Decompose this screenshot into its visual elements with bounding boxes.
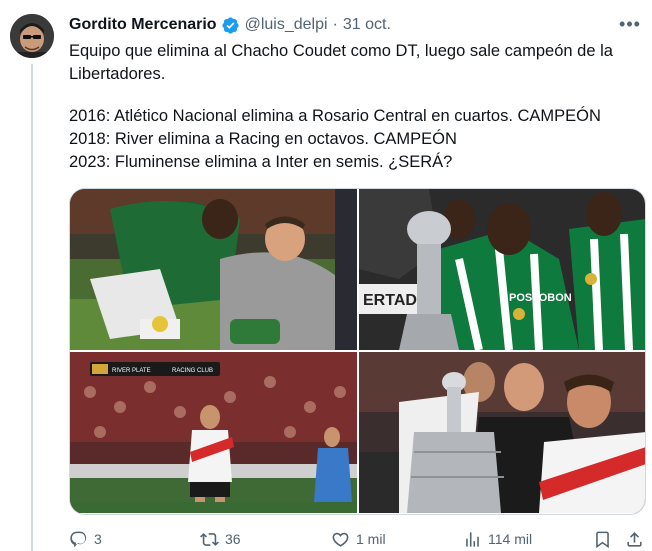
heart-icon xyxy=(332,532,349,547)
photo-nacional-trophy[interactable]: ERTAD POSTOBON xyxy=(359,189,645,350)
photo-river-racing[interactable]: RIVER PLATE RACING CLUB xyxy=(70,352,357,513)
banner-text: ERTAD xyxy=(363,292,417,309)
bookmark-icon xyxy=(596,531,609,548)
views-icon xyxy=(466,531,479,547)
retweet-button[interactable]: 36 xyxy=(200,530,241,549)
text-line: Libertadores. xyxy=(69,65,166,83)
reply-count: 3 xyxy=(94,531,102,547)
photo-river-trophy[interactable] xyxy=(359,352,645,513)
like-count: 1 mil xyxy=(356,531,386,547)
more-options-icon[interactable]: ••• xyxy=(618,12,642,36)
action-bar: 3 36 1 mil 114 mil xyxy=(69,527,646,551)
scoreboard-home: RIVER PLATE xyxy=(112,368,151,374)
verified-badge-icon[interactable] xyxy=(221,16,240,35)
reply-button[interactable]: 3 xyxy=(69,530,102,549)
photo-nacional-rosario[interactable] xyxy=(70,189,357,350)
sponsor-text: POSTOBON xyxy=(509,292,572,304)
views-button[interactable]: 114 mil xyxy=(463,530,532,549)
views-count: 114 mil xyxy=(488,531,533,547)
share-button[interactable] xyxy=(625,530,644,549)
text-line: 2023: Fluminense elimina a Inter en semi… xyxy=(69,153,453,171)
tweet-text: Equipo que elimina al Chacho Coudet como… xyxy=(69,40,644,174)
avatar[interactable] xyxy=(10,14,54,58)
text-line: 2016: Atlético Nacional elimina a Rosari… xyxy=(69,107,601,125)
text-line: 2018: River elimina a Racing en octavos.… xyxy=(69,130,457,148)
retweet-count: 36 xyxy=(225,531,241,547)
thread-line xyxy=(31,64,33,551)
retweet-icon xyxy=(200,532,219,546)
bookmark-button[interactable] xyxy=(593,530,612,549)
author-name[interactable]: Gordito Mercenario xyxy=(69,16,217,34)
scoreboard-away: RACING CLUB xyxy=(172,368,213,374)
header-separator: · xyxy=(332,16,338,33)
like-button[interactable]: 1 mil xyxy=(331,530,386,549)
author-handle[interactable]: @luis_delpi xyxy=(245,16,328,34)
media-grid: ERTAD POSTOBON RIVER PLATE RACING CLUB xyxy=(69,188,646,515)
text-line: Equipo que elimina al Chacho Coudet como… xyxy=(69,42,613,60)
tweet-header: Gordito Mercenario @luis_delpi · 31 oct. xyxy=(69,14,652,36)
tweet-date[interactable]: 31 oct. xyxy=(343,16,391,34)
reply-icon xyxy=(70,531,87,547)
avatar-image xyxy=(10,14,54,58)
share-icon xyxy=(627,531,642,547)
